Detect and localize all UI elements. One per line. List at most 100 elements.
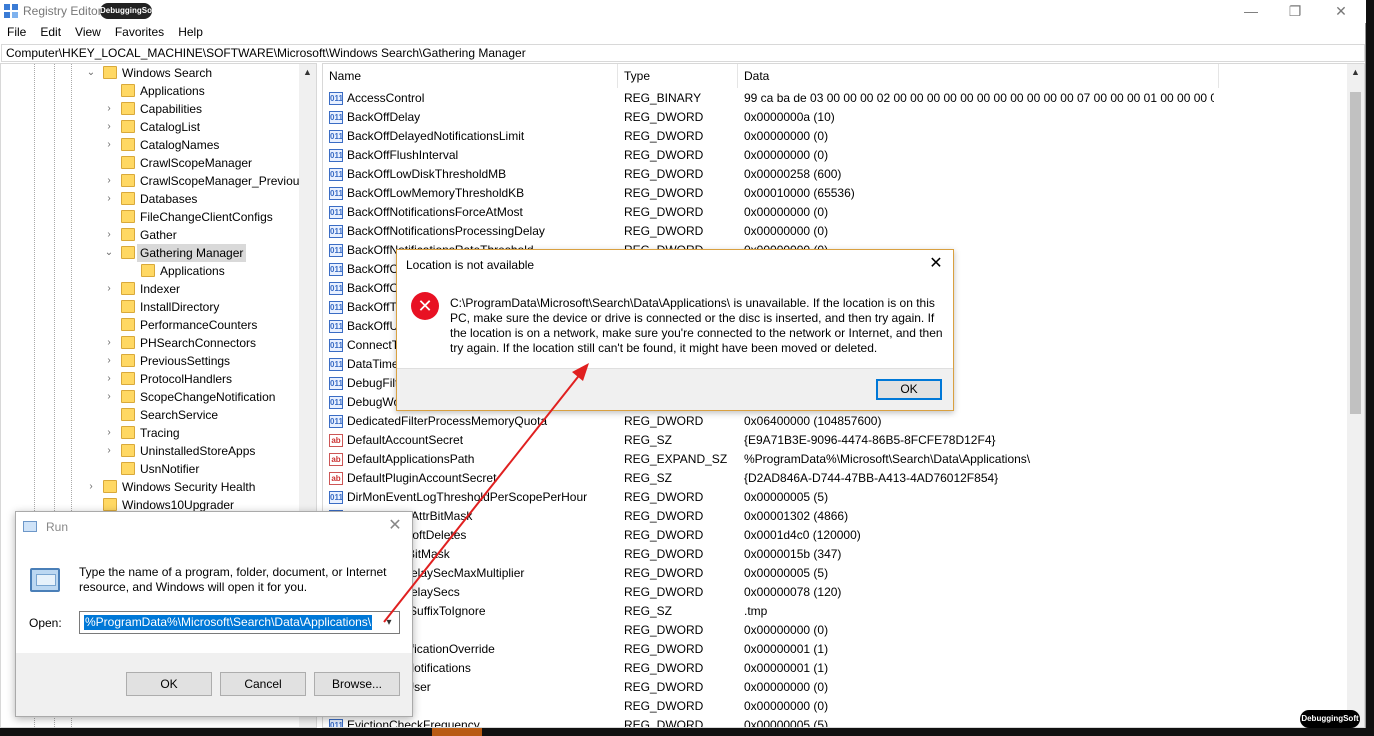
- scrollbar-thumb[interactable]: [1350, 92, 1361, 414]
- tree-item-label: CrawlScopeManager_Previous: [140, 174, 306, 188]
- tree-item[interactable]: › CatalogNames: [1, 136, 301, 154]
- tree-item[interactable]: Applications: [1, 82, 301, 100]
- tree-item-label: Gather: [140, 228, 177, 242]
- scroll-up-icon[interactable]: ▲: [1347, 64, 1364, 81]
- tree-item[interactable]: InstallDirectory: [1, 298, 301, 316]
- maximize-button[interactable]: ❐: [1272, 0, 1318, 23]
- chevron-right-icon[interactable]: ›: [103, 370, 115, 388]
- chevron-down-icon[interactable]: ▾: [381, 614, 397, 631]
- tree-item[interactable]: › Databases: [1, 190, 301, 208]
- close-icon[interactable]: ✕: [927, 254, 945, 274]
- chevron-right-icon[interactable]: ›: [103, 334, 115, 352]
- value-row[interactable]: 011 BackOffNotificationsProcessingDelay RE…: [323, 222, 1348, 241]
- value-row[interactable]: ab DefaultPluginAccountSecret REG_SZ {D2AD8…: [323, 469, 1348, 488]
- open-combobox[interactable]: %ProgramData%\Microsoft\Search\Data\Appl…: [79, 611, 400, 634]
- value-row[interactable]: 011FlushOffREG_DWORD0x00000000 (0): [323, 621, 1348, 640]
- address-bar[interactable]: Computer\HKEY_LOCAL_MACHINE\SOFTWARE\Mic…: [1, 44, 1365, 62]
- tree-item[interactable]: ⌄ Gathering Manager: [1, 244, 301, 262]
- ok-button[interactable]: OK: [126, 672, 212, 696]
- tree-item[interactable]: › CrawlScopeManager_Previous: [1, 172, 305, 190]
- run-icon: [23, 521, 37, 532]
- chevron-right-icon[interactable]: ›: [103, 190, 115, 208]
- menu-file[interactable]: File: [0, 23, 33, 43]
- ok-button[interactable]: OK: [876, 379, 942, 400]
- value-row[interactable]: 011ErrorRetryDelaySecsREG_DWORD0x0000007…: [323, 583, 1348, 602]
- close-button[interactable]: ✕: [1318, 0, 1364, 23]
- tree-item[interactable]: › ScopeChangeNotification: [1, 388, 301, 406]
- tree-item[interactable]: › UninstalledStoreApps: [1, 442, 301, 460]
- value-row[interactable]: 011EntryTypesBitMaskREG_DWORD0x0000015b …: [323, 545, 1348, 564]
- value-row[interactable]: 011 BackOffDelay REG_DWORD 0x0000000a (10): [323, 108, 1348, 127]
- chevron-down-icon[interactable]: ⌄: [85, 64, 97, 82]
- cancel-button[interactable]: Cancel: [220, 672, 306, 696]
- folder-icon: [121, 246, 135, 259]
- value-data: {D2AD846A-D744-47BB-A413-4AD76012F854}: [744, 471, 999, 485]
- chevron-right-icon[interactable]: ›: [85, 478, 97, 496]
- menu-view[interactable]: View: [68, 23, 108, 43]
- tree-item[interactable]: › Capabilities: [1, 100, 301, 118]
- error-dialog-title: Location is not available: [406, 258, 535, 272]
- value-row[interactable]: 011 EvictionCheckFrequency REG_DWORD 0x0000…: [323, 716, 1348, 727]
- value-row[interactable]: 011 DedicatedFilterProcessMemoryQuota REG_…: [323, 412, 1348, 431]
- chevron-right-icon[interactable]: ›: [103, 136, 115, 154]
- chevron-right-icon[interactable]: ›: [103, 388, 115, 406]
- tree-item[interactable]: UsnNotifier: [1, 460, 301, 478]
- value-row[interactable]: 011BackOffOnNotificationsREG_DWORD0x0000…: [323, 659, 1348, 678]
- value-row[interactable]: abExcludeFileSuffixToIgnoreREG_SZ.tmp: [323, 602, 1348, 621]
- value-row[interactable]: 011BackOffOnUserREG_DWORD0x00000000 (0): [323, 678, 1348, 697]
- column-header-type[interactable]: Type: [618, 64, 738, 88]
- chevron-right-icon[interactable]: ›: [103, 352, 115, 370]
- value-name: ConnectT: [347, 338, 400, 352]
- close-icon[interactable]: ✕: [386, 516, 404, 536]
- tree-item[interactable]: Applications: [1, 262, 301, 280]
- tree-item[interactable]: › Tracing: [1, 424, 301, 442]
- menu-edit[interactable]: Edit: [33, 23, 68, 43]
- tree-item-label: CrawlScopeManager: [140, 156, 253, 170]
- browse-button[interactable]: Browse...: [314, 672, 400, 696]
- value-row[interactable]: 011 BackOffDelayedNotificationsLimit REG_D…: [323, 127, 1348, 146]
- chevron-right-icon[interactable]: ›: [103, 100, 115, 118]
- tree-item[interactable]: › Indexer: [1, 280, 301, 298]
- value-row[interactable]: 011EvalCheckSoftDeletesREG_DWORD0x0001d4…: [323, 526, 1348, 545]
- value-row[interactable]: ab DefaultAccountSecret REG_SZ {E9A71B3E-90…: [323, 431, 1348, 450]
- tree-item[interactable]: PerformanceCounters: [1, 316, 301, 334]
- values-scrollbar[interactable]: ▲: [1347, 64, 1364, 727]
- tree-item[interactable]: › ProtocolHandlers: [1, 370, 301, 388]
- tree-item[interactable]: › Gather: [1, 226, 301, 244]
- value-row[interactable]: 011 BackOffLowDiskThresholdMB REG_DWORD 0x0…: [323, 165, 1348, 184]
- tree-item[interactable]: › PHSearchConnectors: [1, 334, 301, 352]
- value-row[interactable]: 011ErrorRetryDelaySecMaxMultiplierREG_DW…: [323, 564, 1348, 583]
- column-header-name[interactable]: Name: [323, 64, 618, 88]
- tree-item[interactable]: FileChangeClientConfigs: [1, 208, 301, 226]
- value-row[interactable]: 011 BackOffNotificationsForceAtMost REG_DW…: [323, 203, 1348, 222]
- menu-help[interactable]: Help: [171, 23, 210, 43]
- column-header-data[interactable]: Data: [738, 64, 1219, 88]
- chevron-down-icon[interactable]: ⌄: [103, 244, 115, 262]
- chevron-right-icon[interactable]: ›: [103, 424, 115, 442]
- tree-item[interactable]: SearchService: [1, 406, 301, 424]
- value-row[interactable]: 011BackOffNotificationOverrideREG_DWORD0…: [323, 640, 1348, 659]
- tree-item[interactable]: › Windows Security Health: [1, 478, 301, 496]
- tree-item[interactable]: › PreviousSettings: [1, 352, 301, 370]
- chevron-right-icon[interactable]: ›: [103, 442, 115, 460]
- tree-item[interactable]: CrawlScopeManager: [1, 154, 301, 172]
- value-row[interactable]: 011DisallowFileAttrBitMaskREG_DWORD0x000…: [323, 507, 1348, 526]
- tree-item[interactable]: ⌄ Windows Search: [1, 64, 301, 82]
- value-row[interactable]: 011 AccessControl REG_BINARY 99 ca ba de 03…: [323, 89, 1348, 108]
- minimize-button[interactable]: —: [1228, 0, 1274, 23]
- value-row[interactable]: ab DefaultApplicationsPath REG_EXPAND_SZ %P…: [323, 450, 1348, 469]
- open-input-value[interactable]: %ProgramData%\Microsoft\Search\Data\Appl…: [84, 615, 373, 630]
- chevron-right-icon[interactable]: ›: [103, 280, 115, 298]
- tree-item[interactable]: › CatalogList: [1, 118, 301, 136]
- value-row[interactable]: 011 BackOffLowMemoryThresholdKB REG_DWORD 0…: [323, 184, 1348, 203]
- chevron-right-icon[interactable]: ›: [103, 172, 115, 190]
- menu-favorites[interactable]: Favorites: [108, 23, 171, 43]
- title-bar[interactable]: Registry Editor DebuggingSoft — ❐ ✕: [0, 0, 1366, 23]
- value-row[interactable]: 011 BackOffFlushInterval REG_DWORD 0x000000…: [323, 146, 1348, 165]
- chevron-right-icon[interactable]: ›: [103, 226, 115, 244]
- taskbar-active-item[interactable]: [432, 728, 482, 736]
- value-row[interactable]: 011 DirMonEventLogThresholdPerScopePerHou…: [323, 488, 1348, 507]
- value-row[interactable]: 011EventFilterREG_DWORD0x00000000 (0): [323, 697, 1348, 716]
- chevron-right-icon[interactable]: ›: [103, 118, 115, 136]
- scroll-up-icon[interactable]: ▲: [299, 64, 316, 81]
